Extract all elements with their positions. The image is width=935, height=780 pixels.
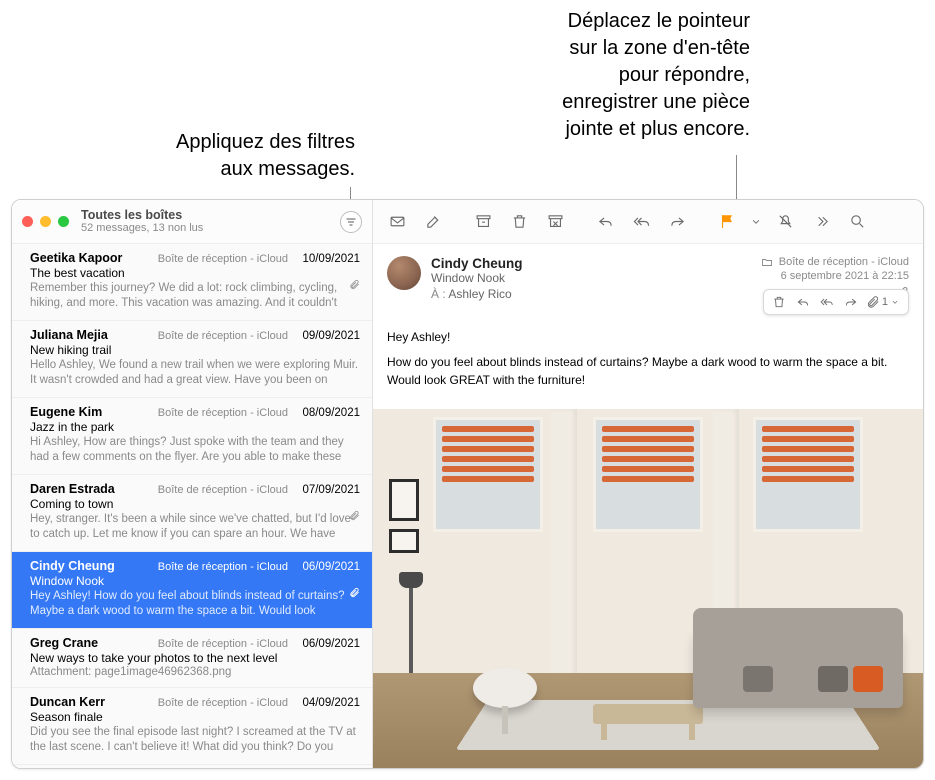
message-header: Cindy Cheung Window Nook À : Ashley Rico… xyxy=(373,244,923,309)
paperclip-icon xyxy=(349,278,360,293)
body-greeting: Hey Ashley! xyxy=(387,329,909,346)
mailbox-info: Toutes les boîtes 52 messages, 13 non lu… xyxy=(81,208,340,235)
hover-attachments-button[interactable]: 1 xyxy=(864,295,904,309)
mailbox-title: Toutes les boîtes xyxy=(81,208,340,222)
row-subject: Coming to town xyxy=(30,497,360,511)
row-date: 07/09/2021 xyxy=(296,484,360,496)
message-row[interactable]: Geetika Kapoor Boîte de réception - iClo… xyxy=(12,244,372,321)
message-row[interactable]: Juliana Mejia Boîte de réception - iClou… xyxy=(12,321,372,398)
row-folder: Boîte de réception - iCloud xyxy=(158,407,288,419)
message-list-pane: Toutes les boîtes 52 messages, 13 non lu… xyxy=(12,200,373,768)
hover-forward-button[interactable] xyxy=(840,292,862,312)
row-preview: Hey Ashley! How do you feel about blinds… xyxy=(30,589,360,619)
message-folder-label: Boîte de réception - iCloud xyxy=(779,256,909,268)
hover-reply-all-button[interactable] xyxy=(816,292,838,312)
row-preview: Remember this journey? We did a lot: roc… xyxy=(30,281,360,311)
compose-button[interactable] xyxy=(419,208,447,236)
row-preview: Hello Ashley, We found a new trail when … xyxy=(30,358,360,388)
message-list[interactable]: Geetika Kapoor Boîte de réception - iClo… xyxy=(12,244,372,768)
to-name: Ashley Rico xyxy=(448,287,511,301)
more-toolbar-button[interactable] xyxy=(807,208,835,236)
row-sender: Cindy Cheung xyxy=(30,559,158,573)
folder-icon xyxy=(761,256,773,268)
message-row[interactable]: Daren Estrada Boîte de réception - iClou… xyxy=(12,475,372,552)
row-folder: Boîte de réception - iCloud xyxy=(158,561,288,573)
row-date: 06/09/2021 xyxy=(296,638,360,650)
window-controls xyxy=(22,216,69,227)
hover-delete-button[interactable] xyxy=(768,292,790,312)
row-preview: Did you see the final episode last night… xyxy=(30,725,360,755)
row-sender: Juliana Mejia xyxy=(30,328,158,342)
row-folder: Boîte de réception - iCloud xyxy=(158,484,288,496)
sidebar-titlebar: Toutes les boîtes 52 messages, 13 non lu… xyxy=(12,200,372,244)
callout-hover: Déplacez le pointeur sur la zone d'en-tê… xyxy=(395,8,750,143)
body-text: How do you feel about blinds instead of … xyxy=(387,354,909,389)
row-subject: The best vacation xyxy=(30,266,360,280)
to-line: À : Ashley Rico xyxy=(431,287,751,301)
row-date: 04/09/2021 xyxy=(296,697,360,709)
reply-all-button[interactable] xyxy=(627,208,655,236)
attachment-image[interactable] xyxy=(373,409,923,768)
zoom-window-button[interactable] xyxy=(58,216,69,227)
row-sender: Daren Estrada xyxy=(30,482,158,496)
flag-button[interactable] xyxy=(713,208,741,236)
message-row[interactable]: Cindy Cheung Boîte de réception - iCloud… xyxy=(12,552,372,629)
minimize-window-button[interactable] xyxy=(40,216,51,227)
paperclip-icon xyxy=(349,509,360,524)
message-folder: Boîte de réception - iCloud xyxy=(761,256,909,268)
hover-attachment-count: 1 xyxy=(882,296,888,308)
row-date: 06/09/2021 xyxy=(296,561,360,573)
row-date: 10/09/2021 xyxy=(296,253,360,265)
row-subject: Jazz in the park xyxy=(30,420,360,434)
hover-reply-button[interactable] xyxy=(792,292,814,312)
mark-read-button[interactable] xyxy=(383,208,411,236)
row-folder: Boîte de réception - iCloud xyxy=(158,330,288,342)
archive-button[interactable] xyxy=(469,208,497,236)
from-name: Cindy Cheung xyxy=(431,256,751,271)
hover-action-toolbar: 1 xyxy=(763,289,909,315)
row-sender: Geetika Kapoor xyxy=(30,251,158,265)
mailbox-subtitle: 52 messages, 13 non lus xyxy=(81,222,340,235)
message-row[interactable]: Duncan Kerr Boîte de réception - iCloud … xyxy=(12,688,372,765)
main-toolbar xyxy=(373,200,923,244)
callout-filter: Appliquez des filtres aux messages. xyxy=(120,129,355,183)
message-body: Hey Ashley! How do you feel about blinds… xyxy=(373,309,923,409)
row-subject: New hiking trail xyxy=(30,343,360,357)
row-preview: Hi Ashley, How are things? Just spoke wi… xyxy=(30,435,360,465)
message-row[interactable]: Greg Crane Boîte de réception - iCloud 0… xyxy=(12,629,372,688)
filter-icon xyxy=(345,216,357,228)
row-sender: Eugene Kim xyxy=(30,405,158,419)
reply-button[interactable] xyxy=(591,208,619,236)
close-window-button[interactable] xyxy=(22,216,33,227)
mail-window: Toutes les boîtes 52 messages, 13 non lu… xyxy=(11,199,924,769)
message-row[interactable]: Eugene Kim Boîte de réception - iCloud 0… xyxy=(12,765,372,768)
forward-button[interactable] xyxy=(663,208,691,236)
sender-avatar[interactable] xyxy=(387,256,421,290)
mute-button[interactable] xyxy=(771,208,799,236)
row-date: 09/09/2021 xyxy=(296,330,360,342)
reading-pane: Cindy Cheung Window Nook À : Ashley Rico… xyxy=(373,200,923,768)
filter-button[interactable] xyxy=(340,211,362,233)
row-folder: Boîte de réception - iCloud xyxy=(158,697,288,709)
row-subject: Season finale xyxy=(30,710,360,724)
row-subject: New ways to take your photos to the next… xyxy=(30,651,360,665)
delete-button[interactable] xyxy=(505,208,533,236)
row-preview: Hey, stranger. It's been a while since w… xyxy=(30,512,360,542)
row-folder: Boîte de réception - iCloud xyxy=(158,253,288,265)
message-datetime: 6 septembre 2021 à 22:15 xyxy=(761,270,909,282)
row-attachment-line: Attachment: page1image46962368.png xyxy=(30,666,360,678)
junk-button[interactable] xyxy=(541,208,569,236)
to-label: À : xyxy=(431,287,446,301)
row-sender: Greg Crane xyxy=(30,636,158,650)
row-date: 08/09/2021 xyxy=(296,407,360,419)
header-subject: Window Nook xyxy=(431,271,751,285)
flag-menu-button[interactable] xyxy=(749,208,763,236)
message-row[interactable]: Eugene Kim Boîte de réception - iCloud 0… xyxy=(12,398,372,475)
row-sender: Duncan Kerr xyxy=(30,695,158,709)
search-button[interactable] xyxy=(843,208,871,236)
row-folder: Boîte de réception - iCloud xyxy=(158,638,288,650)
row-subject: Window Nook xyxy=(30,574,360,588)
paperclip-icon xyxy=(349,586,360,601)
